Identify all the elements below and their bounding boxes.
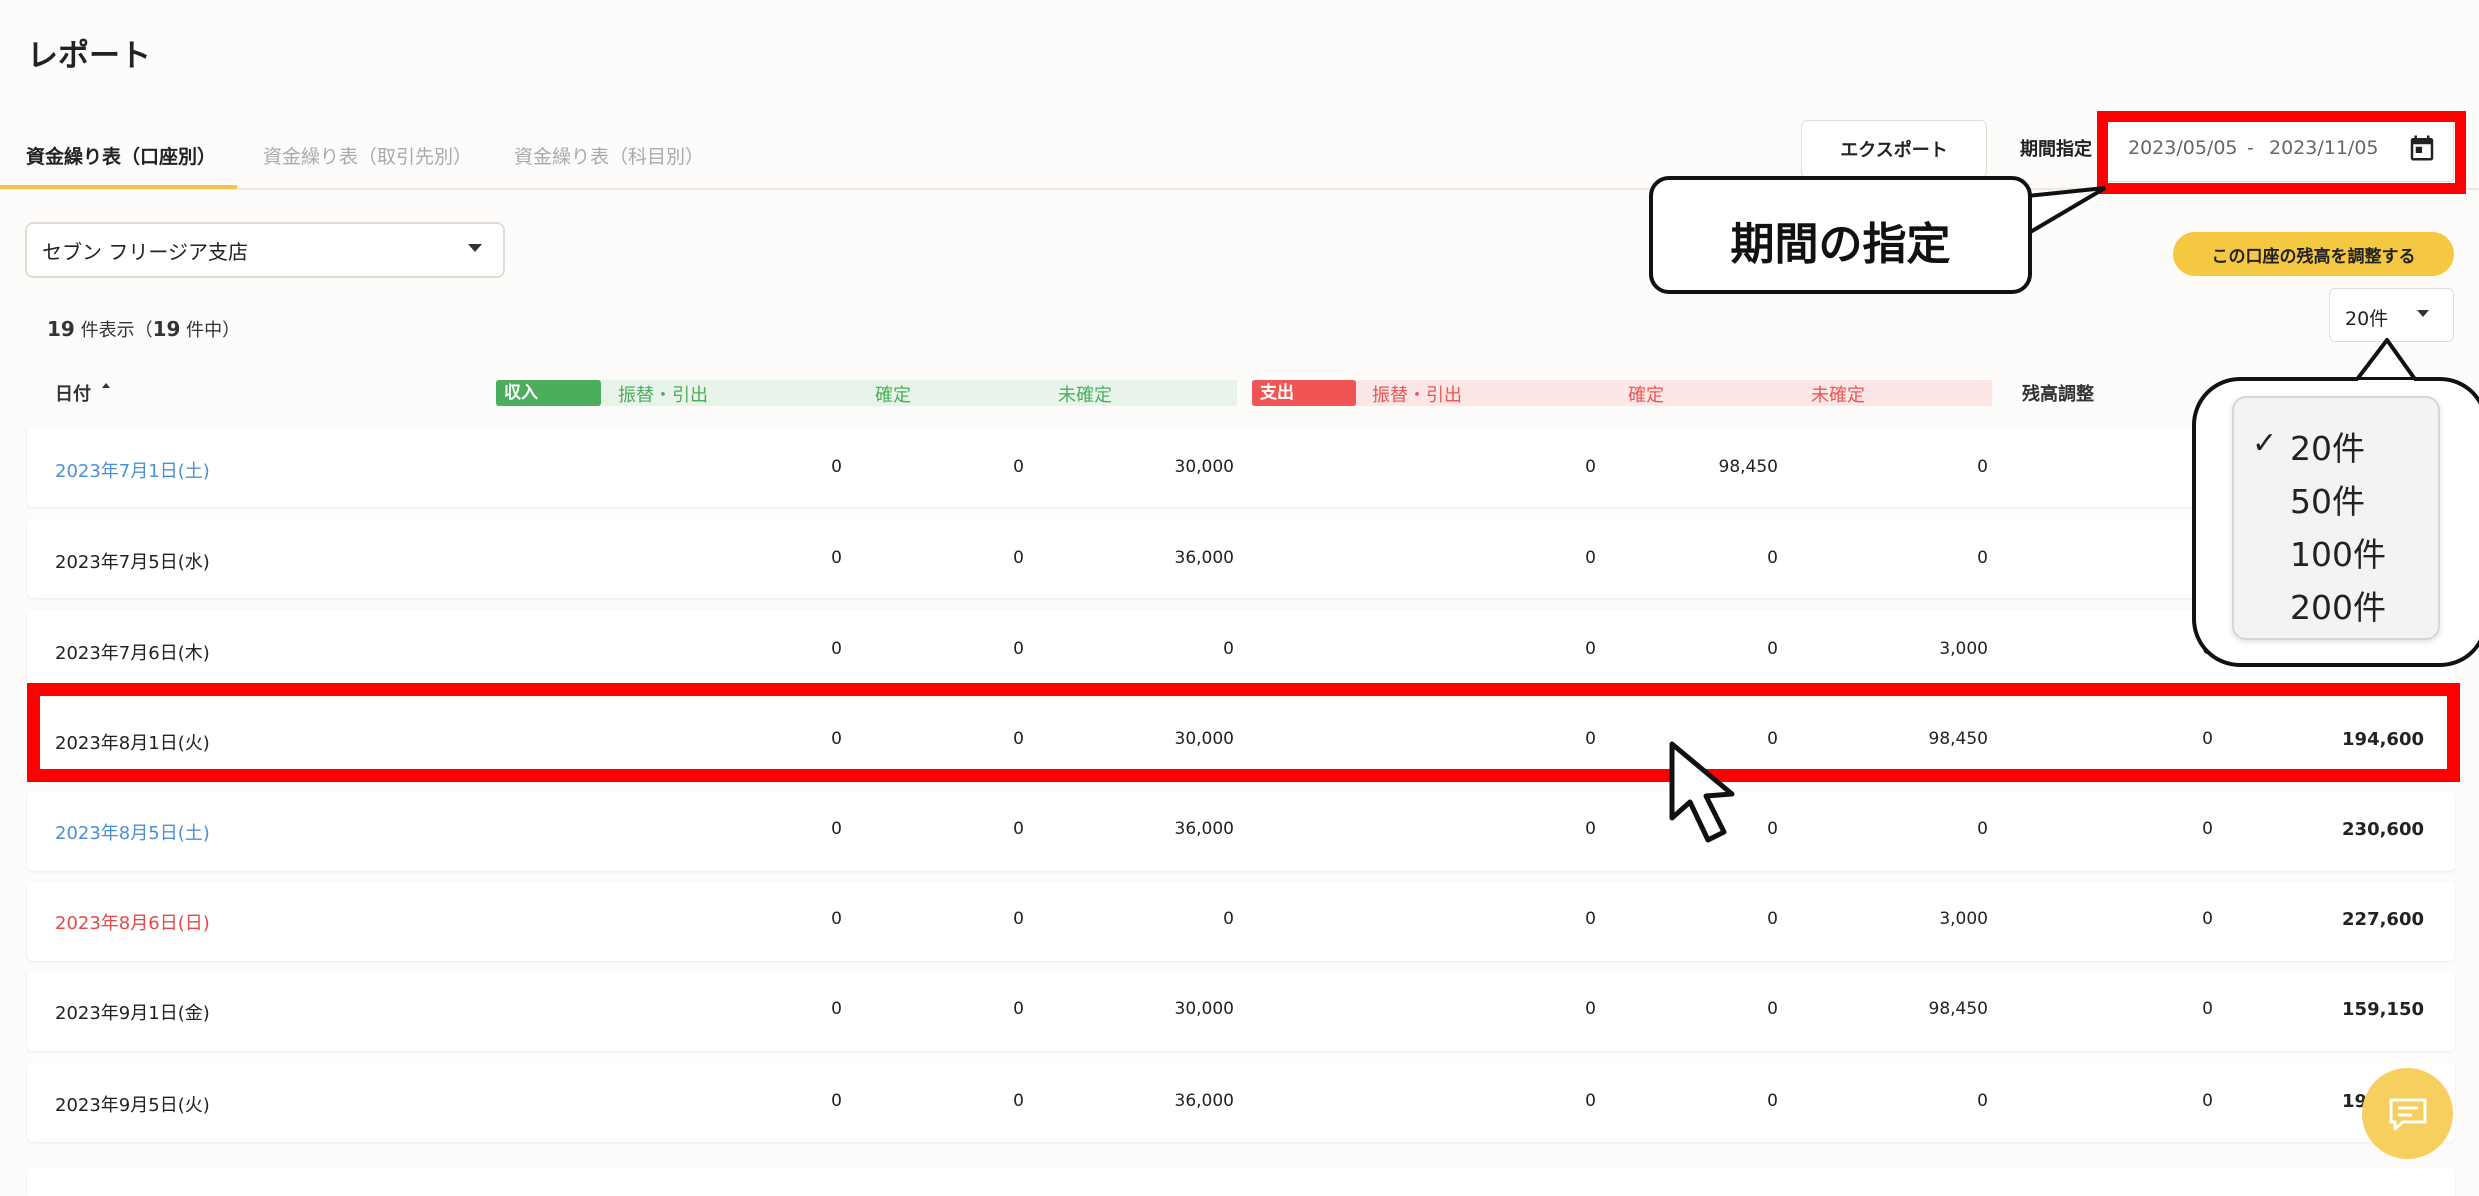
expense-unconfirmed-cell: 0 <box>1977 457 1988 477</box>
tab-partner[interactable]: 資金繰り表（取引先別） <box>263 142 472 169</box>
expense-badge: 支出 <box>1252 380 1356 406</box>
expense-unconfirmed-cell: 3,000 <box>1939 639 1988 659</box>
check-icon: ✓ <box>2252 426 2278 461</box>
result-count: 19 件表示（19 件中） <box>47 317 241 341</box>
date-range-highlight <box>2097 111 2466 194</box>
adjust-balance-button[interactable]: この口座の残高を調整する <box>2173 232 2454 276</box>
income-transfer-cell: 0 <box>831 639 842 659</box>
income-confirmed-cell: 0 <box>1013 999 1024 1019</box>
row-date[interactable]: 2023年9月1日(金) <box>55 999 210 1025</box>
row-date[interactable]: 2023年7月1日(土) <box>55 457 210 483</box>
income-confirmed-cell: 0 <box>1013 639 1024 659</box>
income-unconfirmed-cell: 36,000 <box>1174 548 1234 568</box>
income-transfer-cell: 0 <box>831 1091 842 1111</box>
income-unconfirmed-cell: 0 <box>1223 639 1234 659</box>
income-transfer-cell: 0 <box>831 457 842 477</box>
date-column-header[interactable]: 日付 <box>55 380 91 406</box>
chevron-down-icon <box>468 244 482 252</box>
expense-transfer-cell: 0 <box>1585 639 1596 659</box>
income-confirmed-cell: 0 <box>1013 819 1024 839</box>
expense-confirmed-cell: 0 <box>1767 999 1778 1019</box>
expense-unconfirmed-cell: 98,450 <box>1928 999 1988 1019</box>
expense-unconfirmed-header: 未確定 <box>1811 385 1865 406</box>
expense-header-band <box>1252 380 1992 406</box>
period-label: 期間指定 <box>2020 139 2092 160</box>
adjust-cell: 0 <box>2202 999 2213 1019</box>
expense-transfer-cell: 0 <box>1585 999 1596 1019</box>
expense-confirmed-cell: 0 <box>1767 909 1778 929</box>
income-transfer-header: 振替・引出 <box>618 385 708 406</box>
expense-confirmed-cell: 98,450 <box>1718 457 1778 477</box>
table-row[interactable] <box>27 1168 2455 1196</box>
income-unconfirmed-cell: 0 <box>1223 909 1234 929</box>
balance-cell: 227,600 <box>2342 909 2424 930</box>
chat-icon[interactable] <box>2387 1096 2429 1132</box>
expense-confirmed-cell: 0 <box>1767 548 1778 568</box>
income-unconfirmed-cell: 36,000 <box>1174 1091 1234 1111</box>
row-date[interactable]: 2023年9月5日(火) <box>55 1091 210 1117</box>
account-select-value[interactable]: セブン フリージア支店 <box>42 236 248 265</box>
expense-transfer-cell: 0 <box>1585 819 1596 839</box>
adjust-cell: 0 <box>2053 639 2213 659</box>
expense-transfer-cell: 0 <box>1585 909 1596 929</box>
expense-transfer-header: 振替・引出 <box>1372 385 1462 406</box>
per-page-option-50[interactable]: 50件 <box>2290 475 2365 523</box>
expense-transfer-cell: 0 <box>1585 548 1596 568</box>
adjust-cell: 0 <box>2202 909 2213 929</box>
row-date[interactable]: 2023年8月5日(土) <box>55 819 210 845</box>
income-badge: 収入 <box>496 380 601 406</box>
income-unconfirmed-header: 未確定 <box>1058 385 1112 406</box>
balance-cell: 159,150 <box>2342 999 2424 1020</box>
income-transfer-cell: 0 <box>831 909 842 929</box>
income-confirmed-header: 確定 <box>875 385 911 406</box>
income-unconfirmed-cell: 30,000 <box>1174 457 1234 477</box>
expense-unconfirmed-cell: 0 <box>1977 1091 1988 1111</box>
page-title: レポート <box>27 38 151 74</box>
income-confirmed-cell: 0 <box>1013 457 1024 477</box>
adjust-cell: 0 <box>2202 1091 2213 1111</box>
income-transfer-cell: 0 <box>831 548 842 568</box>
adjust-cell: 0 <box>2202 819 2213 839</box>
income-unconfirmed-cell: 30,000 <box>1174 999 1234 1019</box>
per-page-value[interactable]: 20件 <box>2345 304 2388 331</box>
mouse-cursor-icon <box>1669 741 1735 843</box>
income-confirmed-cell: 0 <box>1013 1091 1024 1111</box>
expense-unconfirmed-cell: 0 <box>1977 548 1988 568</box>
row-date[interactable]: 2023年7月6日(木) <box>55 639 210 665</box>
table-row[interactable] <box>27 427 2455 507</box>
income-confirmed-cell: 0 <box>1013 909 1024 929</box>
tab-account[interactable]: 資金繰り表（口座別） <box>26 142 216 169</box>
active-tab-indicator <box>0 185 237 189</box>
per-page-option-100[interactable]: 100件 <box>2290 528 2386 576</box>
income-transfer-cell: 0 <box>831 819 842 839</box>
callout-pointer <box>2025 186 2107 236</box>
tab-category[interactable]: 資金繰り表（科目別） <box>514 142 704 169</box>
expense-transfer-cell: 0 <box>1585 457 1596 477</box>
income-unconfirmed-cell: 36,000 <box>1174 819 1234 839</box>
row-highlight <box>27 683 2460 782</box>
income-transfer-cell: 0 <box>831 999 842 1019</box>
export-button[interactable]: エクスポート <box>1801 120 1987 178</box>
expense-confirmed-header: 確定 <box>1628 385 1664 406</box>
sort-asc-icon[interactable] <box>102 383 110 388</box>
table-row[interactable] <box>27 518 2455 598</box>
row-date[interactable]: 2023年7月5日(水) <box>55 548 210 574</box>
expense-confirmed-cell: 0 <box>1767 639 1778 659</box>
per-page-option-200[interactable]: 200件 <box>2290 581 2386 629</box>
adjust-column-header: 残高調整 <box>2022 384 2094 405</box>
expense-unconfirmed-cell: 0 <box>1977 819 1988 839</box>
callout-text: 期間の指定 <box>1730 219 1951 270</box>
expense-transfer-cell: 0 <box>1585 1091 1596 1111</box>
row-date[interactable]: 2023年8月6日(日) <box>55 909 210 935</box>
expense-unconfirmed-cell: 3,000 <box>1939 909 1988 929</box>
balance-cell: 230,600 <box>2342 819 2424 840</box>
income-confirmed-cell: 0 <box>1013 548 1024 568</box>
per-page-option-20[interactable]: 20件 <box>2290 422 2365 470</box>
chevron-down-icon <box>2417 310 2429 317</box>
income-header-band <box>496 380 1237 406</box>
expense-confirmed-cell: 0 <box>1767 1091 1778 1111</box>
